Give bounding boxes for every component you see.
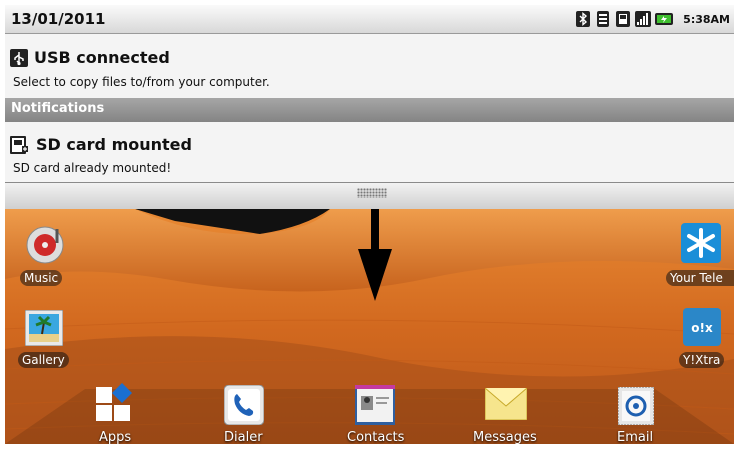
email-label: Email bbox=[617, 430, 654, 444]
yahoo-xtra-label: Y!Xtra bbox=[679, 352, 725, 368]
music-icon bbox=[26, 226, 64, 264]
envelope-icon bbox=[485, 388, 527, 420]
notifications-header: Notifications bbox=[5, 98, 734, 122]
bluetooth-icon bbox=[576, 11, 591, 27]
notification-drag-handle[interactable] bbox=[5, 182, 734, 210]
status-icons: 5:38AM bbox=[575, 10, 730, 28]
apps-label: Apps bbox=[99, 430, 132, 444]
sd-card-icon bbox=[616, 11, 631, 27]
messages-label: Messages bbox=[473, 430, 537, 444]
apps-grid-icon bbox=[96, 383, 132, 421]
usb-notification-title: USB connected bbox=[34, 48, 170, 67]
grip-icon bbox=[357, 188, 387, 198]
device-screen: 13/01/2011 5:38AM USB connected Select t… bbox=[5, 5, 734, 444]
contacts-card-icon bbox=[355, 385, 395, 425]
notifications-header-label: Notifications bbox=[11, 101, 105, 116]
dialer-label: Dialer bbox=[224, 430, 263, 444]
bars-icon bbox=[635, 11, 652, 27]
sd-card-notification-title: SD card mounted bbox=[36, 135, 192, 154]
down-arrow-icon bbox=[358, 209, 392, 301]
status-date: 13/01/2011 bbox=[11, 10, 106, 28]
phone-icon bbox=[224, 385, 264, 425]
signal-icon bbox=[597, 11, 610, 27]
status-bar[interactable]: 13/01/2011 5:38AM bbox=[5, 5, 734, 34]
your-telecom-icon bbox=[681, 223, 721, 263]
status-clock: 5:38AM bbox=[683, 12, 730, 26]
gallery-label: Gallery bbox=[18, 352, 69, 368]
your-telecom-label: Your Tele bbox=[666, 270, 734, 286]
usb-icon bbox=[10, 48, 28, 67]
sd-card-mounted-icon bbox=[10, 135, 28, 154]
usb-notification-text: Select to copy files to/from your comput… bbox=[13, 75, 270, 89]
music-label: Music bbox=[20, 270, 63, 286]
yahoo-xtra-icon: o!x bbox=[683, 308, 721, 346]
email-at-icon bbox=[618, 387, 654, 425]
gallery-icon bbox=[25, 310, 63, 346]
home-screen: Music Gallery Your Tele o!x Y!Xtra Apps … bbox=[5, 209, 734, 444]
sd-card-notification-text: SD card already mounted! bbox=[13, 161, 172, 175]
contacts-label: Contacts bbox=[347, 430, 405, 444]
battery-icon bbox=[655, 13, 674, 25]
sd-card-notification[interactable]: SD card mounted SD card already mounted! bbox=[5, 122, 734, 182]
usb-notification[interactable]: USB connected Select to copy files to/fr… bbox=[5, 34, 734, 98]
svg-text:o!x: o!x bbox=[691, 321, 713, 335]
